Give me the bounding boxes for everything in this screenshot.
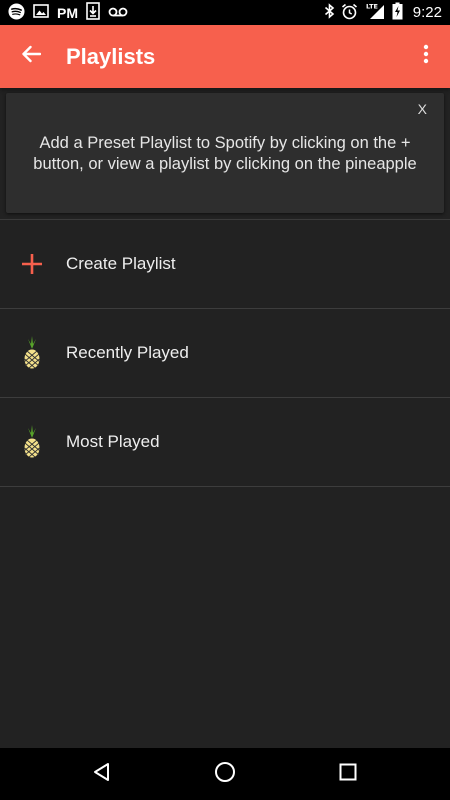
page-title: Playlists	[66, 43, 156, 69]
overflow-menu-button[interactable]	[402, 25, 450, 88]
battery-charging-icon	[392, 2, 403, 23]
signal-icon: LTE	[364, 2, 386, 23]
list-item-recently-played[interactable]: Recently Played	[0, 309, 450, 398]
pineapple-icon	[0, 336, 66, 370]
status-left: PM	[8, 2, 128, 23]
arrow-back-icon	[21, 45, 42, 68]
list-item-label: Most Played	[66, 432, 160, 451]
back-triangle-icon	[92, 762, 112, 787]
plus-icon	[0, 253, 66, 275]
back-button[interactable]	[0, 25, 62, 88]
voicemail-icon	[108, 5, 128, 21]
list-item-label: Create Playlist	[66, 254, 176, 273]
spotify-icon	[8, 2, 25, 23]
nav-home-button[interactable]	[195, 748, 255, 800]
nav-recents-button[interactable]	[318, 748, 378, 800]
status-bar: PM LTE 9:22	[0, 0, 450, 25]
app-bar: Playlists	[0, 25, 450, 88]
image-icon	[33, 3, 49, 22]
system-nav-bar	[0, 748, 450, 800]
dismiss-button[interactable]: X	[418, 101, 427, 117]
more-vert-icon	[423, 44, 429, 69]
recents-square-icon	[339, 763, 357, 786]
list-item-most-played[interactable]: Most Played	[0, 398, 450, 487]
info-card: X Add a Preset Playlist to Spotify by cl…	[6, 93, 444, 213]
nav-back-button[interactable]	[72, 748, 132, 800]
status-left-text: PM	[57, 4, 78, 21]
pineapple-icon	[0, 425, 66, 459]
bluetooth-icon	[324, 3, 335, 22]
home-circle-icon	[214, 761, 236, 788]
clock: 9:22	[412, 4, 442, 21]
network-type-label: LTE	[366, 3, 378, 11]
alarm-icon	[341, 3, 358, 23]
info-message: Add a Preset Playlist to Spotify by clic…	[33, 134, 417, 173]
list-item-create-playlist[interactable]: Create Playlist	[0, 220, 450, 309]
list-item-label: Recently Played	[66, 343, 189, 362]
download-icon	[86, 2, 100, 23]
status-right: LTE 9:22	[324, 2, 442, 23]
playlist-list: Create Playlist Recently Played Most Pla…	[0, 219, 450, 487]
